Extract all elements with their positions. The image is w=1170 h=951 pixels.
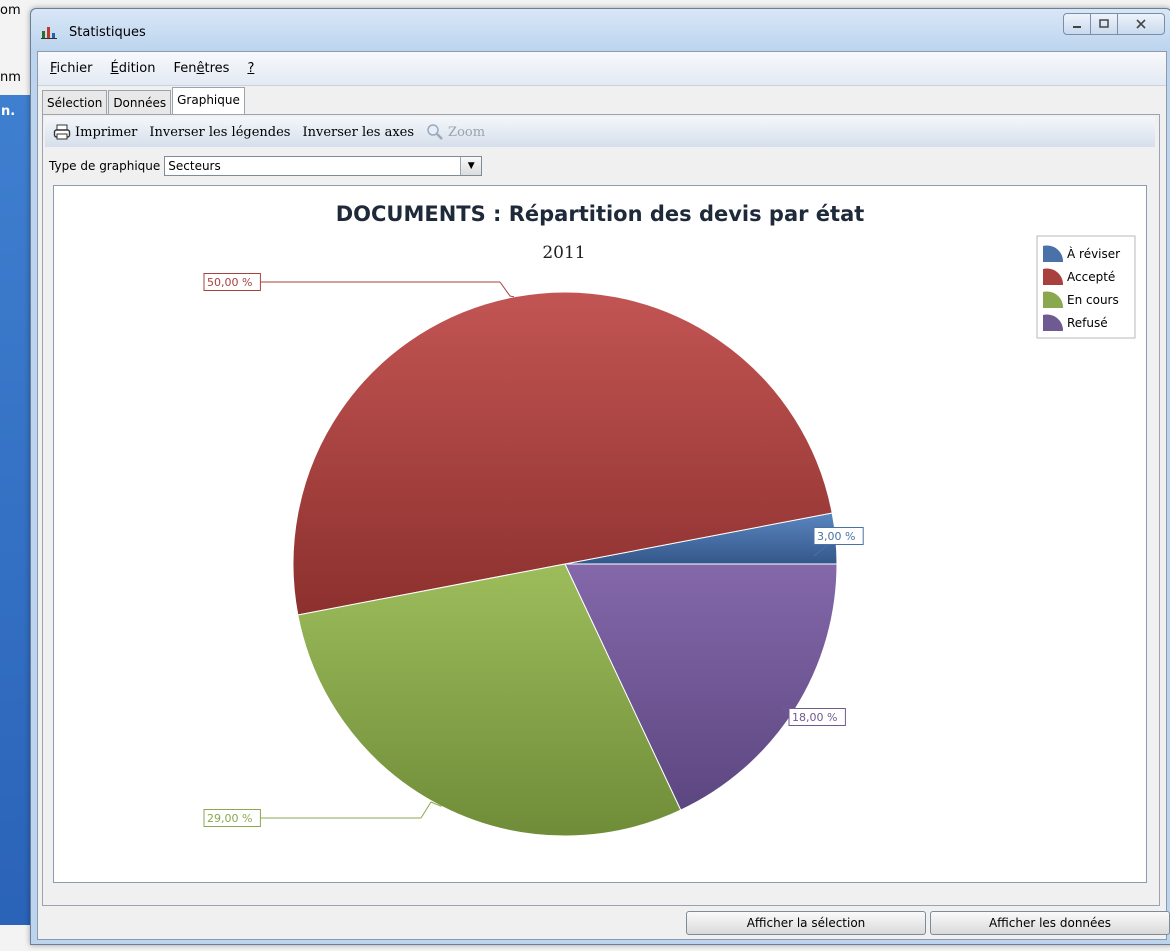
dropdown-button[interactable]: ▼ (460, 157, 482, 175)
tab-donnees[interactable]: Données (108, 90, 172, 115)
invert-legends-button[interactable]: Inverser les légendes (149, 125, 290, 140)
maximize-icon (1099, 19, 1109, 28)
print-label: Imprimer (75, 124, 138, 140)
chart-app-icon (41, 27, 57, 39)
show-selection-button[interactable]: Afficher la sélection (686, 911, 926, 935)
chart-subtitle: 2011 (542, 243, 585, 263)
leader-line (499, 281, 515, 298)
chart-type-label: Type de graphique (49, 159, 161, 173)
dialog-footer: Afficher la sélection Afficher les donné… (38, 907, 1170, 939)
legend-label: À réviser (1067, 246, 1120, 261)
chart-legend: À réviser Accepté En cours Refusé (1036, 235, 1136, 339)
statistics-window: Statistiques Fichier Édition Fenêtres ? … (30, 8, 1170, 945)
background-text: om (0, 3, 21, 18)
printer-icon (53, 124, 71, 140)
menu-fenetres[interactable]: Fenêtres (173, 61, 229, 76)
legend-label: Refusé (1067, 316, 1108, 330)
invert-axes-button[interactable]: Inverser les axes (302, 125, 414, 140)
chart-type-value: Secteurs (168, 159, 221, 173)
background-text: n. (1, 104, 16, 119)
menu-bar: Fichier Édition Fenêtres ? (38, 52, 1166, 86)
data-label: 50,00 % (207, 276, 252, 289)
maximize-button[interactable] (1091, 13, 1118, 35)
minimize-icon (1073, 26, 1081, 28)
close-button[interactable] (1118, 13, 1165, 35)
minimize-button[interactable] (1063, 13, 1091, 35)
chart-area: DOCUMENTS : Répartition des devis par ét… (53, 185, 1147, 883)
pie-chart: DOCUMENTS : Répartition des devis par ét… (203, 202, 1136, 837)
close-icon (1136, 19, 1146, 29)
chart-title: DOCUMENTS : Répartition des devis par ét… (336, 202, 865, 226)
title-bar[interactable]: Statistiques (31, 9, 1170, 51)
legend-label: Accepté (1067, 270, 1115, 284)
menu-fichier[interactable]: Fichier (50, 61, 93, 76)
chart-type-row: Type de graphique Secteurs ▼ (49, 155, 483, 177)
window-controls (1063, 13, 1165, 35)
magnifier-icon (427, 124, 443, 140)
zoom-button[interactable]: Zoom (426, 123, 485, 141)
menu-help[interactable]: ? (247, 61, 254, 76)
data-label: 3,00 % (817, 530, 855, 543)
window-client-area: Fichier Édition Fenêtres ? Sélection Don… (37, 51, 1170, 940)
menu-edition[interactable]: Édition (111, 61, 156, 76)
tab-graphique[interactable]: Graphique (172, 87, 245, 115)
data-label: 29,00 % (207, 812, 252, 825)
chart-toolbar: Imprimer Inverser les légendes Inverser … (45, 117, 1155, 147)
background-sidebar (0, 95, 30, 925)
invert-legends-label: Inverser les légendes (149, 124, 291, 140)
window-title: Statistiques (69, 25, 146, 40)
tab-selection[interactable]: Sélection (42, 90, 108, 115)
invert-axes-label: Inverser les axes (302, 124, 415, 140)
print-button[interactable]: Imprimer (53, 123, 137, 141)
data-label: 18,00 % (792, 711, 837, 724)
background-text: nm (0, 70, 21, 85)
legend-label: En cours (1067, 293, 1119, 307)
chart-type-select[interactable]: Secteurs ▼ (164, 156, 483, 176)
tab-strip: Sélection Données Graphique (42, 87, 246, 115)
zoom-label: Zoom (448, 124, 486, 140)
chevron-down-icon: ▼ (467, 161, 475, 171)
show-data-button[interactable]: Afficher les données (930, 911, 1170, 935)
graph-panel: Imprimer Inverser les légendes Inverser … (42, 114, 1160, 906)
